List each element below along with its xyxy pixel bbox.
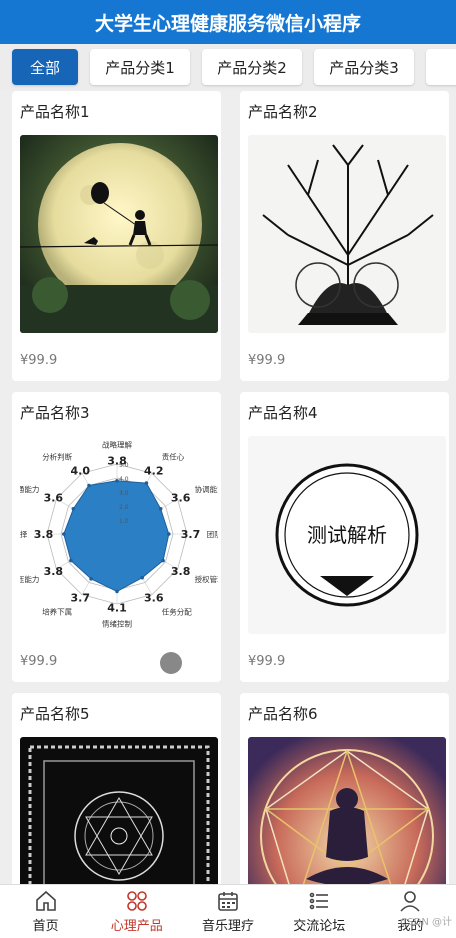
radar-scale-label: 1.0	[119, 518, 129, 525]
tab-category-4[interactable]: 产品	[426, 49, 456, 85]
product-image[interactable]: 5.04.03.02.01.0战略理解3.8责任心4.2协调能力3.6团队3.7…	[20, 436, 218, 634]
radar-axis-label: 压能力	[20, 574, 39, 584]
list-icon	[309, 892, 329, 910]
product-name: 产品名称3	[20, 404, 90, 422]
radar-value-label: 3.8	[107, 455, 127, 468]
radar-point	[144, 481, 149, 485]
product-card[interactable]: 产品名称4 测试解析 ¥99.9	[240, 392, 449, 682]
radar-axis-label: 培养下属	[42, 607, 72, 617]
radar-value-label: 3.6	[144, 592, 164, 605]
radar-point	[158, 507, 163, 511]
nav-products[interactable]: 心理产品	[91, 885, 182, 938]
nav-label: 心理产品	[110, 919, 163, 934]
tab-category-1[interactable]: 产品分类1	[90, 49, 190, 85]
product-name: 产品名称2	[248, 103, 318, 121]
product-image[interactable]	[20, 737, 218, 884]
radar-point	[71, 507, 76, 511]
radar-axis-label: 通能力	[20, 484, 39, 494]
radar-axis-label: 决择	[20, 529, 28, 539]
user-icon	[400, 891, 421, 912]
product-grid: 产品名称1 ¥99.9 产品名称2 ¥99.9 产品名称3 5.0 4.0 3.…	[0, 90, 456, 884]
radar-value-label: 3.8	[44, 565, 64, 578]
radar-chart: 5.04.03.02.01.0战略理解3.8责任心4.2协调能力3.6团队3.7…	[20, 436, 218, 634]
radar-value-label: 3.6	[171, 491, 191, 504]
home-icon	[35, 890, 56, 911]
radar-point	[161, 558, 165, 563]
product-card[interactable]: 产品名称2 ¥99.9	[240, 91, 449, 381]
nav-label: 首页	[32, 919, 59, 934]
radar-point	[87, 483, 91, 488]
product-card[interactable]: 产品名称5	[12, 693, 221, 884]
radar-axis-label: 责任心	[162, 451, 185, 461]
product-name: 产品名称5	[20, 705, 90, 723]
tab-all[interactable]: 全部	[12, 49, 78, 85]
radar-axis-label: 授权管理	[195, 574, 218, 584]
product-image[interactable]: 测试解析	[248, 436, 446, 634]
bottom-nav: 首页 心理产品 音乐理疗 交流论坛 我的 CSDN @计	[0, 884, 456, 938]
product-card[interactable]: 产品名称6	[240, 693, 449, 884]
nav-music[interactable]: 音乐理疗	[182, 885, 273, 938]
tab-category-3[interactable]: 产品分类3	[314, 49, 414, 85]
radar-value-label: 4.0	[71, 464, 91, 477]
category-tabs: 全部 产品分类1 产品分类2 产品分类3 产品	[0, 44, 456, 90]
radar-axis-label: 战略理解	[102, 439, 132, 449]
product-image[interactable]	[20, 135, 218, 333]
nav-home[interactable]: 首页	[0, 885, 91, 938]
radar-scale-label: 2.0	[119, 504, 129, 511]
floating-dot[interactable]	[160, 652, 182, 674]
test-badge-text: 测试解析	[307, 523, 387, 547]
radar-axis-label: 情绪控制	[102, 619, 132, 629]
product-image[interactable]	[248, 135, 446, 333]
product-name: 产品名称1	[20, 103, 90, 121]
radar-value-label: 3.7	[71, 592, 91, 605]
radar-value-label: 3.6	[44, 491, 64, 504]
nav-label: 音乐理疗	[202, 919, 255, 934]
radar-value-label: 4.2	[144, 464, 164, 477]
radar-point	[140, 575, 144, 580]
calendar-icon	[218, 892, 238, 911]
radar-axis-label: 团队	[207, 530, 218, 539]
radar-axis-label: 分析判断	[42, 451, 72, 461]
nav-profile[interactable]: 我的	[365, 885, 456, 938]
radar-axis-label: 协调能力	[195, 484, 218, 494]
nav-label: 交流论坛	[293, 919, 346, 934]
nav-forum[interactable]: 交流论坛	[274, 885, 365, 938]
product-price: ¥99.9	[20, 654, 58, 669]
product-name: 产品名称6	[248, 705, 318, 723]
page-title: 大学生心理健康服务微信小程序	[0, 0, 456, 44]
product-price: ¥99.9	[248, 654, 286, 669]
radar-axis-label: 任务分配	[162, 607, 192, 617]
radar-point	[167, 532, 171, 536]
radar-point	[115, 589, 119, 594]
radar-value-label: 3.7	[181, 528, 201, 541]
grid-icon	[126, 891, 147, 911]
product-name: 产品名称4	[248, 404, 318, 422]
tab-category-2[interactable]: 产品分类2	[202, 49, 302, 85]
radar-point	[69, 558, 73, 563]
product-price: ¥99.9	[20, 353, 58, 368]
product-price: ¥99.9	[248, 353, 286, 368]
product-card[interactable]: 产品名称3 5.04.03.02.01.0战略理解3.8责任心4.2协调能力3.…	[12, 392, 221, 682]
watermark: CSDN @计	[400, 917, 452, 928]
radar-scale-label: 4.0	[119, 476, 129, 483]
radar-value-label: 4.1	[107, 602, 127, 615]
radar-point	[89, 577, 93, 581]
radar-value-label: 3.8	[171, 565, 191, 578]
radar-scale-label: 3.0	[119, 490, 129, 497]
radar-point	[62, 532, 66, 536]
product-card[interactable]: 产品名称1 ¥99.9	[12, 91, 221, 381]
radar-value-label: 3.8	[34, 528, 54, 541]
product-image[interactable]	[248, 737, 446, 884]
